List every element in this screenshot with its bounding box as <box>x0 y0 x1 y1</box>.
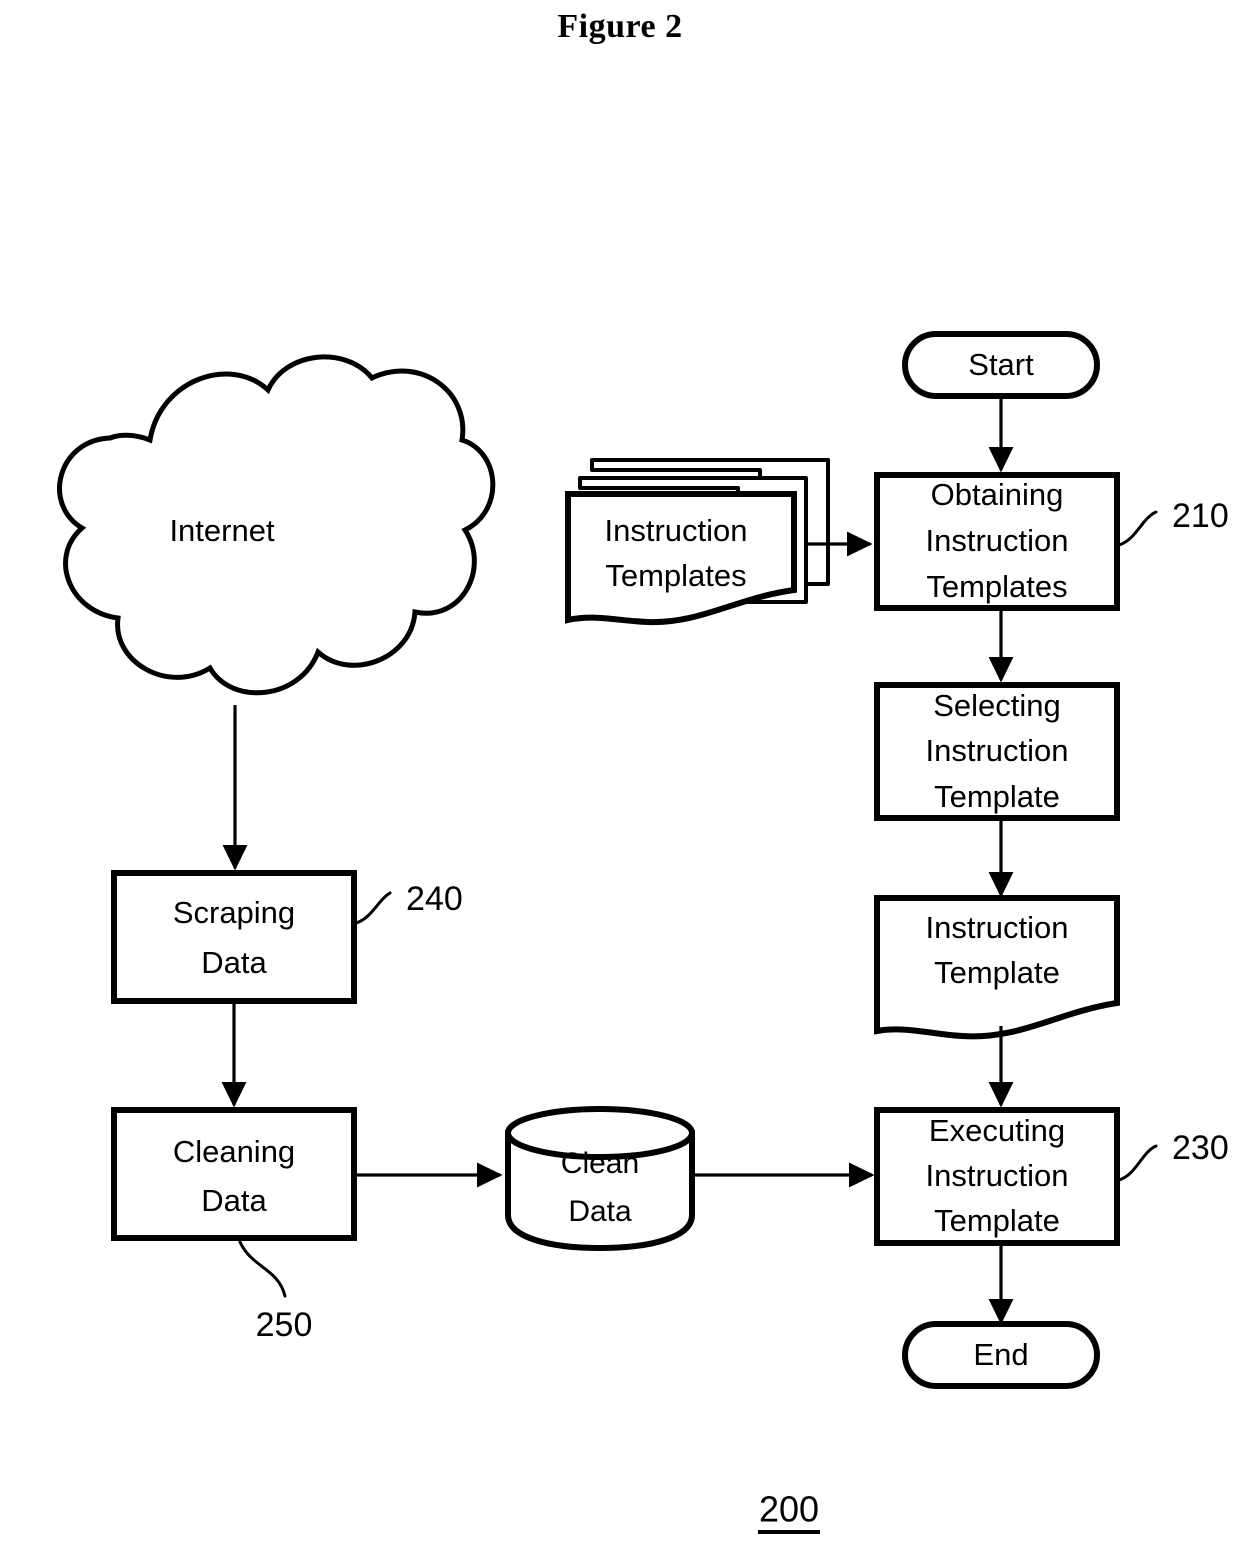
node-obtaining-line2: Instruction <box>925 523 1068 558</box>
leader-230 <box>1117 1144 1158 1182</box>
node-end-label: End <box>973 1337 1028 1372</box>
node-selecting-instruction-template: Selecting Instruction Template <box>874 682 1120 821</box>
node-start-label: Start <box>968 347 1034 382</box>
node-instruction-template-document: Instruction Template <box>874 895 1120 1040</box>
node-executing-line2: Instruction <box>925 1158 1068 1193</box>
node-clean-data-line1: Clean <box>561 1147 639 1180</box>
node-internet: Internet <box>57 354 496 696</box>
node-executing-instruction-template: Executing Instruction Template <box>874 1107 1120 1246</box>
node-executing-line1: Executing <box>929 1113 1065 1148</box>
figure-caption-text: 200 <box>759 1489 819 1530</box>
leader-250 <box>238 1240 287 1298</box>
node-scraping-data-line2: Data <box>201 945 267 980</box>
node-start: Start <box>902 331 1100 399</box>
ref-label-250: 250 <box>256 1306 313 1344</box>
node-cleaning-data-line2: Data <box>201 1183 267 1218</box>
figure-caption: 200 <box>758 1489 820 1534</box>
node-clean-data-line2: Data <box>568 1195 632 1228</box>
node-selecting-line1: Selecting <box>933 688 1061 723</box>
node-selecting-line2: Instruction <box>925 733 1068 768</box>
node-instruction-templates-line2: Templates <box>605 558 746 593</box>
node-cleaning-data: Cleaning Data <box>111 1107 357 1241</box>
node-selecting-line3: Template <box>934 779 1060 814</box>
node-executing-line3: Template <box>934 1203 1060 1238</box>
node-scraping-data: Scraping Data <box>111 870 357 1004</box>
node-instruction-template-line2: Template <box>934 955 1060 990</box>
cloud-icon <box>57 354 496 696</box>
ref-label-210: 210 <box>1172 497 1229 535</box>
node-obtaining-line3: Templates <box>926 569 1067 604</box>
ref-label-240: 240 <box>406 880 463 918</box>
node-obtaining-line1: Obtaining <box>931 477 1064 512</box>
flowchart-canvas: Internet Scraping Data 240 Cleaning Data… <box>57 331 1229 1534</box>
node-instruction-template-line1: Instruction <box>925 910 1068 945</box>
node-scraping-data-line1: Scraping <box>173 895 295 930</box>
node-clean-data-store: Clean Data <box>505 1106 695 1252</box>
node-end: End <box>902 1321 1100 1389</box>
node-internet-label: Internet <box>169 513 275 548</box>
node-instruction-templates-line1: Instruction <box>604 513 747 548</box>
node-obtaining-instruction-templates: Obtaining Instruction Templates <box>874 472 1120 611</box>
figure-root: Figure 2 Internet Scraping Data 240 Clea… <box>0 0 1240 1545</box>
node-instruction-templates-source: Instruction Templates <box>565 458 830 626</box>
node-cleaning-data-line1: Cleaning <box>173 1134 295 1169</box>
leader-210 <box>1117 510 1158 547</box>
leader-240 <box>354 891 392 925</box>
ref-label-230: 230 <box>1172 1129 1229 1167</box>
